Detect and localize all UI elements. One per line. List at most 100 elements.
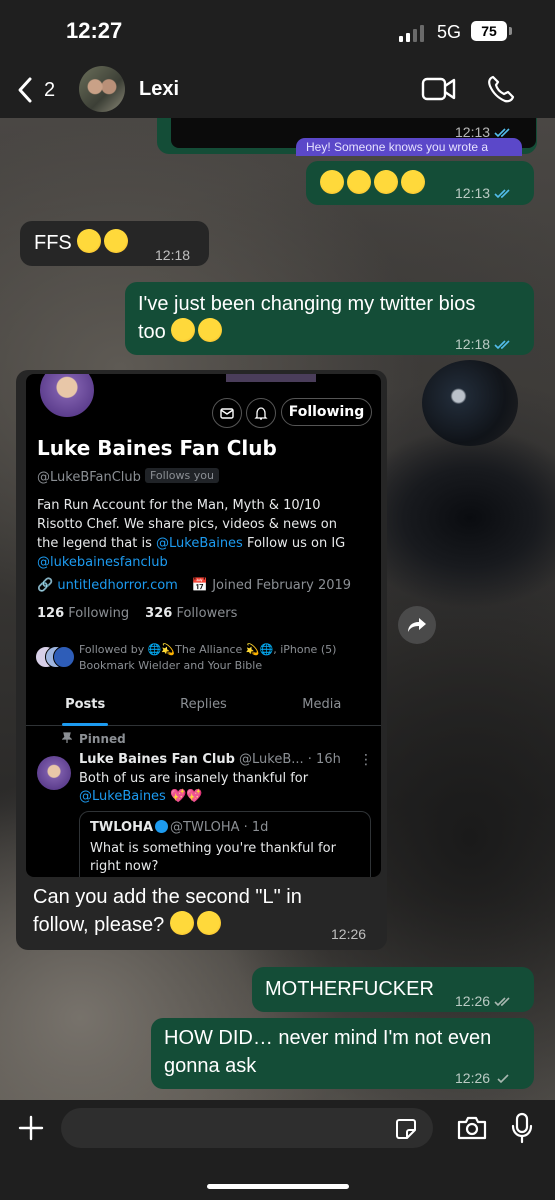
message-bubble-outgoing[interactable]: MOTHERFUCKER 12:26 bbox=[252, 967, 534, 1012]
message-bubble-outgoing[interactable]: I've just been changing my twitter bios … bbox=[125, 282, 534, 355]
followed-by-line: Followed by 🌐💫The Alliance 💫🌐, iPhone (5… bbox=[79, 643, 337, 656]
home-indicator bbox=[207, 1184, 349, 1189]
microphone-icon[interactable] bbox=[510, 1112, 534, 1144]
message-time: 12:26 bbox=[455, 993, 491, 1009]
follow-counts: 126 Following 326 Followers bbox=[37, 606, 237, 621]
phone-call-icon[interactable] bbox=[486, 74, 516, 104]
battery-icon: 75 bbox=[471, 21, 507, 41]
bio-text: Follow us on IG bbox=[242, 536, 346, 551]
joined-date: 📅 Joined February 2019 bbox=[191, 578, 352, 593]
profile-tabs: Posts Replies Media bbox=[26, 686, 381, 726]
wallpaper-dog-eye bbox=[422, 360, 518, 446]
bio-line: Fan Run Account for the Man, Myth & 10/1… bbox=[37, 498, 321, 513]
profile-banner bbox=[226, 374, 316, 382]
message-bubble-outgoing[interactable]: HOW DID… never mind I'm not even gonna a… bbox=[151, 1018, 534, 1089]
unread-count[interactable]: 2 bbox=[44, 79, 55, 102]
forward-arrow-icon bbox=[408, 618, 426, 632]
website-link: 🔗 untitledhorror.com bbox=[37, 578, 178, 593]
post-text-line: Both of us are insanely thankful for bbox=[79, 771, 309, 786]
image-caption: Can you add the second "L" in follow, pl… bbox=[33, 883, 373, 939]
message-meta: 12:18 bbox=[155, 241, 190, 269]
message-meta: 12:26 bbox=[455, 987, 512, 1015]
post-header: Luke Baines Fan Club @LukeB... · 16h bbox=[79, 752, 341, 767]
delivered-ticks-icon bbox=[494, 996, 510, 1006]
more-dots-icon: ⋮ bbox=[359, 752, 373, 768]
message-text-line: HOW DID… never mind I'm not even bbox=[164, 1027, 492, 1049]
rolling-laughing-emoji-icon bbox=[73, 225, 106, 257]
hand-over-mouth-emoji-icon bbox=[347, 170, 371, 194]
message-meta: 12:26 bbox=[455, 1064, 512, 1092]
message-input[interactable] bbox=[61, 1108, 433, 1148]
back-chevron-icon[interactable] bbox=[14, 76, 38, 104]
followed-by-text: Followed by 🌐💫The Alliance 💫🌐, iPhone (5… bbox=[79, 642, 359, 674]
message-time: 12:18 bbox=[155, 247, 191, 263]
message-time: 12:13 bbox=[455, 124, 491, 140]
message-envelope-icon bbox=[212, 398, 242, 428]
mutual-avatars bbox=[35, 646, 75, 668]
quote-author: TWLOHA bbox=[90, 820, 154, 835]
battery-tip bbox=[509, 27, 512, 35]
rolling-laughing-emoji-icon bbox=[397, 166, 429, 198]
count-number: 126 bbox=[37, 606, 65, 621]
status-time: 12:27 bbox=[66, 18, 123, 43]
message-bubble-emoji[interactable]: 12:13 bbox=[306, 161, 534, 205]
message-time: 12:13 bbox=[455, 185, 491, 201]
tab-replies: Replies bbox=[180, 697, 227, 712]
partial-preview-snippet: Hey! Someone knows you wrote a bbox=[296, 138, 522, 156]
count-label: Followers bbox=[176, 606, 238, 621]
composer-bar bbox=[0, 1100, 555, 1200]
bio-line: the legend that is @LukeBaines Follow us… bbox=[37, 534, 367, 553]
message-bubble-incoming[interactable]: FFS 12:18 bbox=[20, 221, 209, 266]
hand-over-mouth-emoji-icon bbox=[320, 170, 344, 194]
rolling-laughing-emoji-icon bbox=[192, 907, 225, 939]
profile-handle: @LukeBFanClub bbox=[37, 470, 141, 485]
sticker-icon[interactable] bbox=[394, 1117, 418, 1141]
pinned-label: Pinned bbox=[79, 732, 126, 746]
verified-badge-icon bbox=[155, 820, 169, 833]
message-text-row: FFS bbox=[34, 225, 133, 257]
rolling-laughing-emoji-icon bbox=[194, 314, 227, 346]
quote-header: TWLOHA @TWLOHA · 1d bbox=[90, 820, 268, 835]
message-meta: 12:18 bbox=[455, 330, 512, 358]
joined-text: Joined February 2019 bbox=[212, 578, 352, 593]
pin-icon bbox=[62, 732, 72, 743]
network-type: 5G bbox=[437, 22, 462, 42]
video-call-icon[interactable] bbox=[421, 76, 457, 102]
plus-icon[interactable] bbox=[17, 1114, 45, 1142]
rolling-laughing-emoji-icon bbox=[167, 314, 200, 346]
message-meta: 12:13 bbox=[455, 124, 512, 140]
contact-avatar[interactable] bbox=[79, 66, 125, 112]
profile-name: Luke Baines Fan Club bbox=[37, 436, 277, 460]
read-ticks-icon bbox=[494, 188, 510, 198]
post-author: Luke Baines Fan Club bbox=[79, 752, 235, 767]
bio-mention: @lukebainesfanclub bbox=[37, 555, 168, 570]
followers-count: 326 Followers bbox=[145, 606, 237, 621]
signal-icon bbox=[399, 24, 424, 42]
status-bar: 12:27 5G 75 bbox=[0, 0, 555, 60]
post-avatar bbox=[37, 756, 71, 790]
tab-posts: Posts bbox=[26, 686, 144, 725]
quoted-post: TWLOHA @TWLOHA · 1d What is something you… bbox=[79, 811, 371, 877]
profile-meta-row: 🔗 untitledhorror.com 📅 Joined February 2… bbox=[37, 578, 351, 593]
twitter-profile-screenshot[interactable]: Following Luke Baines Fan Club @LukeBFan… bbox=[26, 374, 381, 877]
following-button: Following bbox=[281, 398, 372, 426]
laugh-emojis bbox=[320, 166, 429, 198]
read-ticks-icon bbox=[494, 127, 510, 137]
website-text: untitledhorror.com bbox=[57, 578, 178, 593]
quote-text: What is something you're thankful for ri… bbox=[90, 841, 336, 874]
following-count: 126 Following bbox=[37, 606, 129, 621]
post-text: Both of us are insanely thankful for @Lu… bbox=[79, 770, 339, 806]
forward-button[interactable] bbox=[398, 606, 436, 644]
rolling-laughing-emoji-icon bbox=[370, 166, 402, 198]
camera-icon[interactable] bbox=[456, 1115, 488, 1141]
notification-bell-icon bbox=[246, 398, 276, 428]
message-text: FFS bbox=[34, 232, 72, 254]
post-text-line: @LukeBaines 💖💖 bbox=[79, 788, 339, 806]
contact-name[interactable]: Lexi bbox=[139, 78, 179, 101]
message-time: 12:26 bbox=[455, 1070, 491, 1086]
follows-you-badge: Follows you bbox=[145, 468, 219, 483]
hearts-emoji-icon: 💖💖 bbox=[169, 789, 203, 804]
followed-by-line: Bookmark Wielder and Your Bible bbox=[79, 659, 263, 672]
message-text: MOTHERFUCKER bbox=[265, 978, 434, 1000]
rolling-laughing-emoji-icon bbox=[100, 225, 133, 257]
